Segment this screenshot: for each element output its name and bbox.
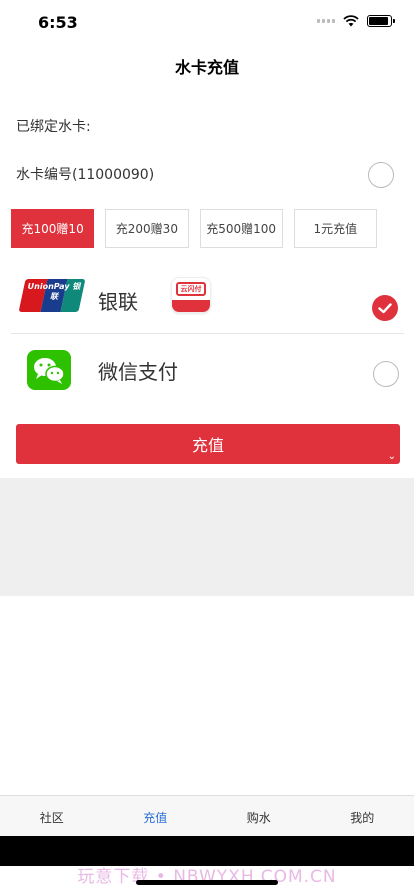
status-icons <box>317 15 395 27</box>
card-radio[interactable] <box>368 162 394 188</box>
empty-area <box>0 478 414 596</box>
quickpass-text: 云闪付 <box>176 282 206 296</box>
status-bar: 6:53 <box>0 0 414 44</box>
recharge-button[interactable]: 充值 ⌄ <box>16 424 400 464</box>
tab-bar: 社区 充值 购水 我的 <box>0 795 414 836</box>
wechat-icon <box>27 350 71 390</box>
amount-option-500[interactable]: 充500赠100 <box>199 209 283 248</box>
payment-wechat[interactable]: 微信支付 <box>11 340 404 400</box>
corner-chevron-icon: ⌄ <box>387 451 396 462</box>
bound-card-label: 已绑定水卡: <box>16 119 91 135</box>
bound-card-row[interactable]: 水卡编号(11000090) <box>16 162 396 188</box>
amount-option-200[interactable]: 充200赠30 <box>105 209 189 248</box>
unionpay-logo-text: UnionPay 银联 <box>27 282 81 301</box>
wechat-pay-label: 微信支付 <box>98 360 178 384</box>
quickpass-icon: 云闪付 <box>171 277 211 313</box>
home-indicator <box>136 880 278 885</box>
wechat-radio[interactable] <box>373 361 399 387</box>
payment-unionpay[interactable]: UnionPay 银联 银联 云闪付 <box>11 266 404 334</box>
card-number-text: 水卡编号(11000090) <box>16 167 155 183</box>
wifi-icon <box>343 15 359 27</box>
amount-options: 充100赠10 充200赠30 充500赠100 1元充值 <box>11 209 377 248</box>
status-time: 6:53 <box>38 13 78 32</box>
tab-buy-water[interactable]: 购水 <box>207 796 311 836</box>
tab-community[interactable]: 社区 <box>0 796 104 836</box>
unionpay-label: 银联 <box>98 290 138 314</box>
signal-icon <box>317 19 335 23</box>
amount-option-100[interactable]: 充100赠10 <box>11 209 95 248</box>
selected-check-icon[interactable] <box>372 295 398 321</box>
recharge-button-label: 充值 <box>191 436 224 455</box>
tab-mine[interactable]: 我的 <box>311 796 414 836</box>
battery-icon <box>367 15 395 27</box>
tab-recharge[interactable]: 充值 <box>104 796 208 836</box>
amount-option-1[interactable]: 1元充值 <box>293 209 377 248</box>
page-title: 水卡充值 <box>174 58 239 77</box>
